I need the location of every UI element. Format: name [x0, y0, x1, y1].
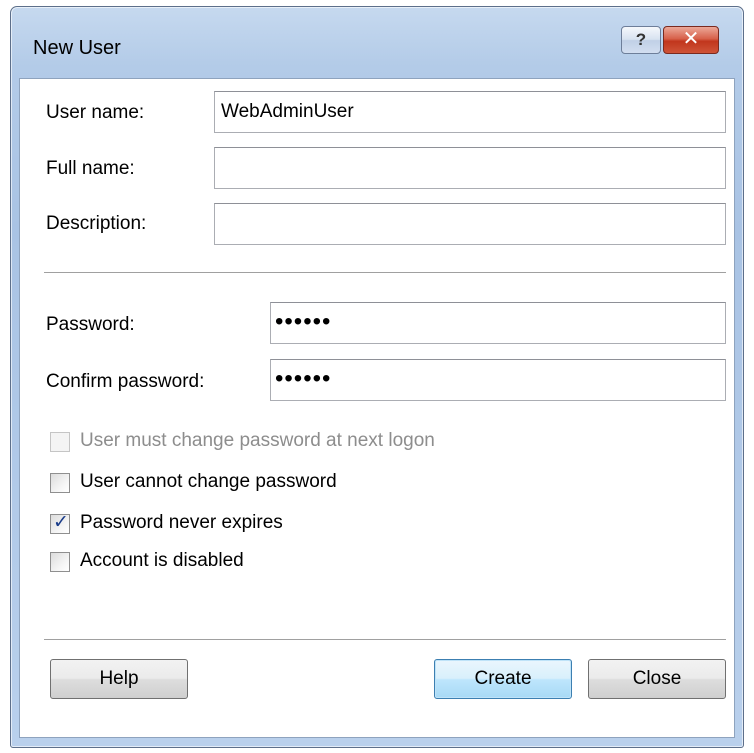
create-button[interactable]: Create — [434, 659, 572, 699]
dialog-title: New User — [33, 37, 121, 59]
checkbox-must-change-password[interactable] — [50, 432, 70, 452]
new-user-dialog: New User ? ✕ User name: WebAdminUser Ful… — [10, 6, 744, 748]
option-label-account-disabled: Account is disabled — [80, 550, 244, 571]
user-name-label: User name: — [46, 102, 145, 123]
checkmark-icon: ✓ — [53, 512, 69, 533]
question-mark-icon: ? — [635, 30, 647, 49]
option-label-cannot-change: User cannot change password — [80, 471, 337, 492]
password-label: Password: — [46, 314, 135, 335]
checkbox-password-never-expires[interactable]: ✓ — [50, 512, 70, 534]
close-titlebar-button[interactable]: ✕ — [663, 26, 719, 54]
user-name-input[interactable]: WebAdminUser — [214, 91, 726, 133]
option-label-must-change: User must change password at next logon — [80, 430, 435, 451]
help-titlebar-button[interactable]: ? — [621, 26, 661, 54]
description-input[interactable] — [214, 203, 726, 245]
password-input[interactable]: •••••• — [270, 302, 726, 344]
close-button[interactable]: Close — [588, 659, 726, 699]
option-label-never-expires: Password never expires — [80, 512, 283, 533]
close-icon: ✕ — [682, 28, 700, 50]
full-name-input[interactable] — [214, 147, 726, 189]
confirm-password-input[interactable]: •••••• — [270, 359, 726, 401]
dialog-body: User name: WebAdminUser Full name: Descr… — [19, 78, 735, 738]
description-label: Description: — [46, 213, 147, 234]
help-button[interactable]: Help — [50, 659, 188, 699]
confirm-password-label: Confirm password: — [46, 371, 205, 392]
separator-bottom — [44, 639, 726, 641]
checkbox-cannot-change-password[interactable] — [50, 473, 70, 493]
separator-top — [44, 272, 726, 274]
full-name-label: Full name: — [46, 158, 135, 179]
checkbox-account-disabled[interactable] — [50, 552, 70, 572]
